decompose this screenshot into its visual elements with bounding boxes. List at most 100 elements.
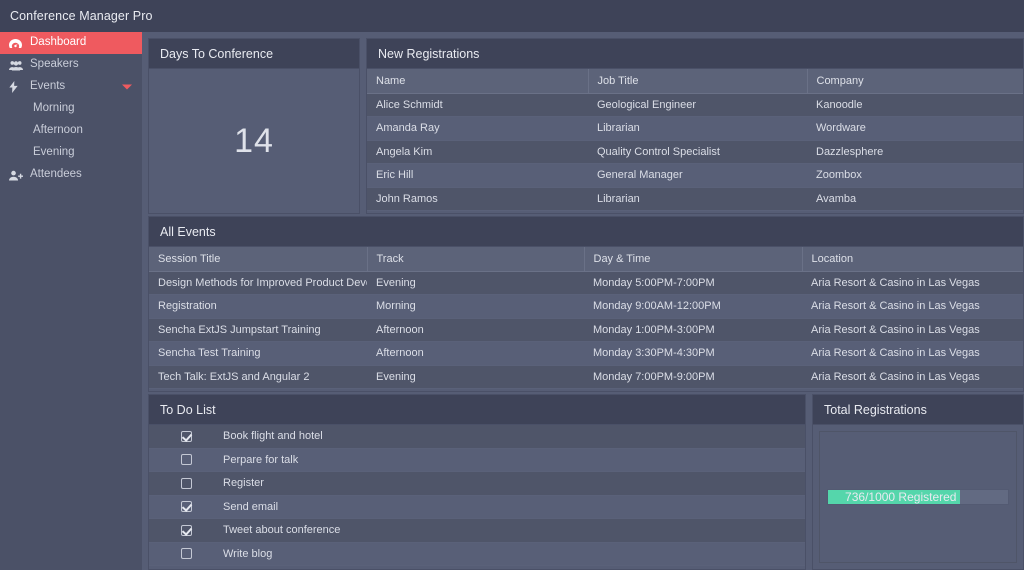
todo-item-label: Write blog bbox=[223, 547, 273, 560]
todo-item-label: Tweet about conference bbox=[223, 524, 341, 537]
panel-total-registrations: Total Registrations 736/1000 Registered bbox=[812, 394, 1024, 570]
sidebar-item-label: Events bbox=[30, 79, 66, 92]
table-cell: Dazzlesphere bbox=[807, 140, 1023, 164]
table-cell: Geological Engineer bbox=[588, 93, 807, 117]
table-row[interactable]: Amanda Ray Librarian Wordware bbox=[367, 116, 1023, 141]
table-row[interactable]: Design Methods for Improved Product Dev e… bbox=[149, 271, 1023, 295]
panel-title: Total Registrations bbox=[824, 402, 927, 417]
checkbox-checked-icon[interactable] bbox=[180, 430, 192, 442]
todo-item-label: Send email bbox=[223, 500, 279, 513]
list-item[interactable]: Perpare for talk bbox=[149, 448, 805, 472]
table-cell: Afternoon bbox=[367, 341, 584, 366]
table-row[interactable]: Sencha ExtJS Jumpstart Training Afternoon… bbox=[149, 318, 1023, 342]
checkbox-checked-icon[interactable] bbox=[180, 501, 192, 513]
list-item[interactable]: Write blog bbox=[149, 542, 805, 566]
list-item[interactable]: Register bbox=[149, 472, 805, 496]
todo-checkbox-cell[interactable] bbox=[149, 548, 223, 560]
panel-body: Session Title Track Day & Time Location Desi… bbox=[149, 247, 1023, 391]
table-cell: Aria Resort & Casino in Las Vegas bbox=[802, 294, 1023, 319]
sidebar-item-afternoon[interactable]: Afternoon bbox=[0, 120, 142, 142]
panel-header: Total Registrations bbox=[813, 395, 1023, 425]
table-cell: Quality Control Specialist bbox=[588, 140, 807, 164]
table-row[interactable]: Eric Hill General Manager Zoombox bbox=[367, 163, 1023, 188]
app-title: Conference Manager Pro bbox=[10, 9, 153, 23]
table-cell: Tech Talk: ExtJS and Angular 2 bbox=[149, 365, 367, 389]
panel-title: New Registrations bbox=[378, 46, 480, 61]
checkbox-unchecked-icon[interactable] bbox=[180, 454, 192, 466]
panel-body: Book flight and hotel Perpare for talk Reg… bbox=[149, 425, 805, 569]
panel-header: Days To Conference bbox=[149, 39, 359, 69]
todo-item-label: Perpare for talk bbox=[223, 453, 299, 466]
column-header[interactable]: Location bbox=[802, 247, 1023, 272]
list-item[interactable]: Send email bbox=[149, 495, 805, 519]
table-cell: Monday 3:30PM-4:30PM bbox=[584, 341, 802, 366]
table-cell: Angela Kim bbox=[367, 140, 588, 164]
sidebar-item-evening[interactable]: Evening bbox=[0, 142, 142, 164]
table-row[interactable]: Angela Kim Quality Control Specialist Dazz… bbox=[367, 140, 1023, 164]
sidebar-nav: Dashboard Speakers Events Morning Afternoon E… bbox=[0, 32, 142, 570]
new-registrations-grid[interactable]: Name Job Title Company Alice Schmidt Geologi… bbox=[367, 69, 1023, 211]
table-cell: Design Methods for Improved Product Deve… bbox=[149, 271, 367, 295]
column-header[interactable]: Day & Time bbox=[584, 247, 803, 272]
panel-body: Name Job Title Company Alice Schmidt Geologi… bbox=[367, 69, 1023, 213]
progress-label-clip: 736/1000 Registered bbox=[828, 490, 960, 504]
chevron-down-icon[interactable] bbox=[122, 84, 132, 90]
table-cell: Aria Resort & Casino in Las Vegas bbox=[802, 341, 1023, 366]
todo-checkbox-cell[interactable] bbox=[149, 477, 223, 489]
sidebar-item-label: Evening bbox=[33, 145, 75, 158]
sidebar-item-speakers[interactable]: Speakers bbox=[0, 54, 142, 76]
sidebar-item-label: Morning bbox=[33, 101, 75, 114]
table-row[interactable]: Tech Talk: ExtJS and Angular 2 Evening Mon… bbox=[149, 365, 1023, 389]
days-value: 14 bbox=[234, 121, 274, 160]
checkbox-unchecked-icon[interactable] bbox=[180, 548, 192, 560]
table-cell: Morning bbox=[367, 294, 584, 319]
column-header[interactable]: Company bbox=[807, 69, 1023, 94]
table-cell: General Manager bbox=[588, 163, 807, 188]
sidebar-item-label: Dashboard bbox=[30, 35, 87, 48]
table-cell: John Ramos bbox=[367, 187, 588, 211]
dashboard-gauge-icon bbox=[9, 37, 24, 49]
list-item[interactable]: Book flight and hotel bbox=[149, 425, 805, 449]
table-row[interactable]: Registration Morning Monday 9:00AM-12:00PM… bbox=[149, 294, 1023, 319]
table-cell: Sencha Test Training bbox=[149, 341, 367, 366]
column-header[interactable]: Session Title bbox=[149, 247, 368, 272]
app-titlebar: Conference Manager Pro bbox=[0, 0, 1024, 32]
table-header-row: Session Title Track Day & Time Location bbox=[149, 247, 1023, 272]
table-row[interactable]: Sencha Test Training Afternoon Monday 3:30… bbox=[149, 341, 1023, 366]
panel-title: Days To Conference bbox=[160, 46, 274, 61]
table-cell: Sencha ExtJS Jumpstart Training bbox=[149, 318, 367, 342]
sidebar-item-label: Attendees bbox=[30, 167, 82, 180]
sidebar-item-label: Afternoon bbox=[33, 123, 83, 136]
all-events-grid[interactable]: Session Title Track Day & Time Location Desi… bbox=[149, 247, 1023, 389]
checkbox-checked-icon[interactable] bbox=[180, 524, 192, 536]
todo-checkbox-cell[interactable] bbox=[149, 524, 223, 536]
column-header[interactable]: Name bbox=[367, 69, 589, 94]
table-cell: Aria Resort & Casino in Las Vegas bbox=[802, 365, 1023, 389]
table-row[interactable]: John Ramos Librarian Avamba bbox=[367, 187, 1023, 211]
todo-item-label: Book flight and hotel bbox=[223, 430, 323, 443]
column-header[interactable]: Track bbox=[367, 247, 585, 272]
panel-title: To Do List bbox=[160, 402, 216, 417]
table-row[interactable]: Alice Schmidt Geological Engineer Kanoodle bbox=[367, 93, 1023, 117]
checkbox-unchecked-icon[interactable] bbox=[180, 477, 192, 489]
table-cell: Evening bbox=[367, 271, 584, 295]
list-item[interactable]: Tweet about conference bbox=[149, 519, 805, 543]
sidebar-item-label: Speakers bbox=[30, 57, 79, 70]
panel-body: 14 bbox=[149, 69, 359, 213]
column-header[interactable]: Job Title bbox=[588, 69, 808, 94]
sidebar-item-events[interactable]: Events bbox=[0, 76, 142, 98]
todo-checkbox-cell[interactable] bbox=[149, 454, 223, 466]
todo-checkbox-cell[interactable] bbox=[149, 501, 223, 513]
sidebar-item-attendees[interactable]: Attendees bbox=[0, 164, 142, 186]
days-counter: 14 bbox=[149, 69, 359, 213]
table-cell: Zoombox bbox=[807, 163, 1023, 188]
panel-header: All Events bbox=[149, 217, 1023, 247]
sidebar-item-morning[interactable]: Morning bbox=[0, 98, 142, 120]
to-do-list[interactable]: Book flight and hotel Perpare for talk Reg… bbox=[149, 425, 805, 566]
panel-header: To Do List bbox=[149, 395, 805, 425]
sidebar-item-dashboard[interactable]: Dashboard bbox=[0, 32, 142, 54]
panel-body: 736/1000 Registered bbox=[813, 425, 1023, 569]
table-cell: Monday 5:00PM-7:00PM bbox=[584, 271, 802, 295]
todo-item-label: Register bbox=[223, 477, 264, 490]
todo-checkbox-cell[interactable] bbox=[149, 430, 223, 442]
